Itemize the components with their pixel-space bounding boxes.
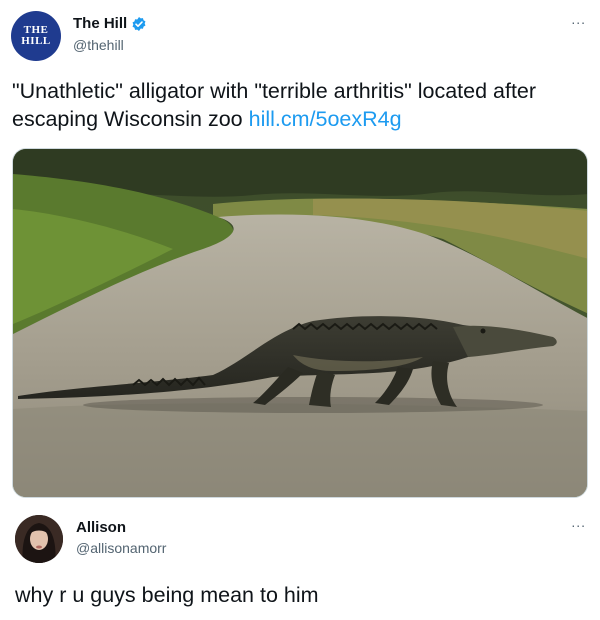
reply-text: why r u guys being mean to him bbox=[15, 583, 319, 607]
author-handle[interactable]: @thehill bbox=[73, 37, 124, 53]
verified-badge-icon bbox=[132, 16, 146, 31]
reply-more-options-icon[interactable]: ... bbox=[571, 514, 586, 530]
tweet: THE HILL The Hill @thehill ... "Unathlet… bbox=[0, 0, 600, 505]
author-display-name[interactable]: The Hill bbox=[73, 15, 127, 32]
avatar-text-line-2: HILL bbox=[21, 35, 51, 47]
allison-avatar-image bbox=[15, 515, 63, 563]
the-hill-avatar[interactable]: THE HILL bbox=[11, 11, 61, 61]
author-name-row: The Hill bbox=[73, 15, 147, 32]
reply-handle[interactable]: @allisonamorr bbox=[76, 540, 166, 556]
tweet-text: "Unathletic" alligator with "terrible ar… bbox=[12, 77, 588, 133]
tweet-link[interactable]: hill.cm/5oexR4g bbox=[249, 107, 402, 131]
alligator-photo bbox=[13, 149, 587, 497]
reply-display-name[interactable]: Allison bbox=[76, 519, 126, 536]
reply-tweet: Allison @allisonamorr ... why r u guys b… bbox=[0, 505, 600, 620]
tweet-image[interactable] bbox=[12, 148, 588, 498]
more-options-icon[interactable]: ... bbox=[571, 11, 586, 27]
allison-avatar[interactable] bbox=[15, 515, 63, 563]
